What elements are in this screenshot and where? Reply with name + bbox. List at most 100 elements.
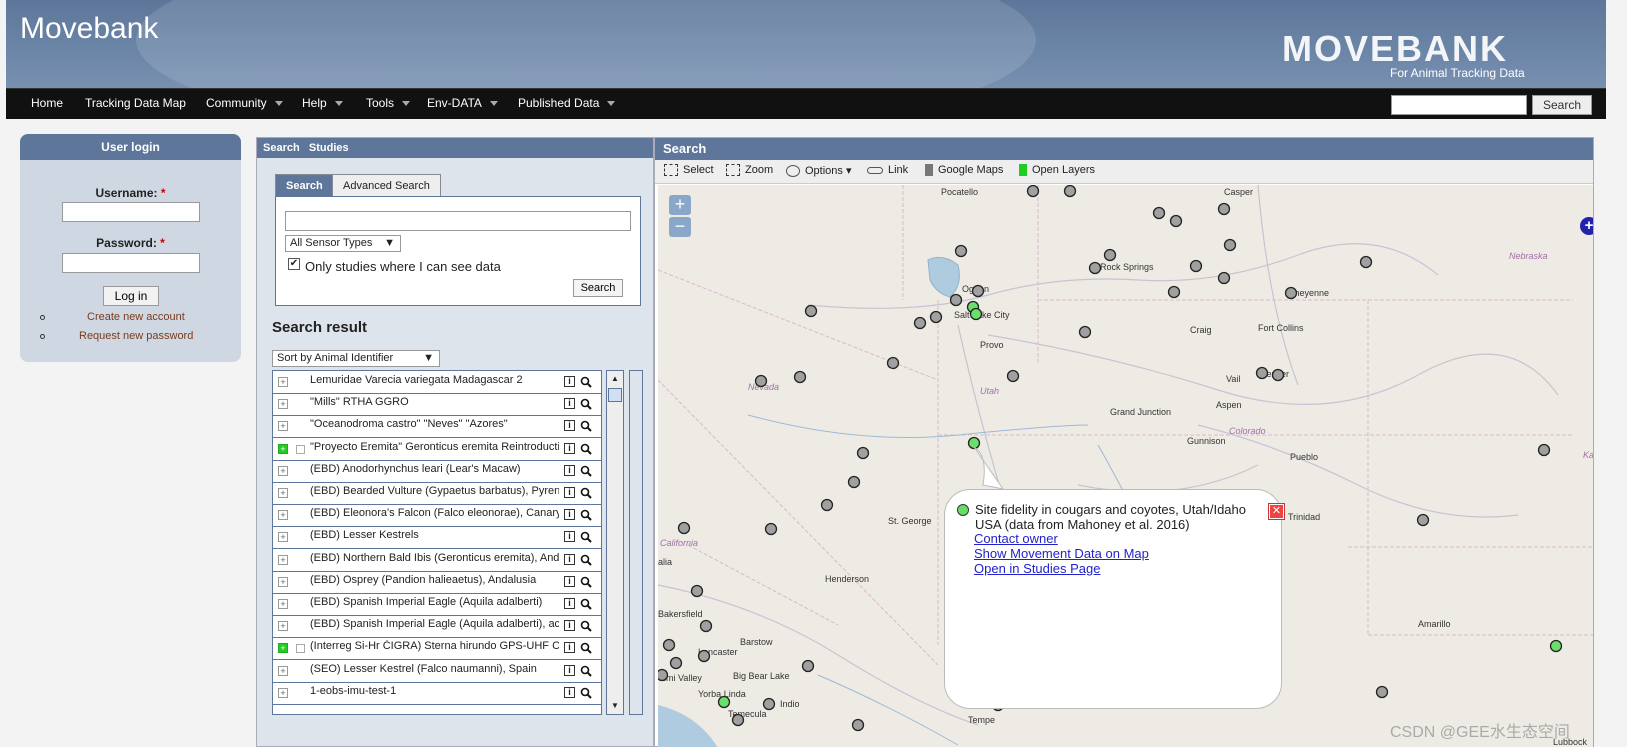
study-name[interactable]: 1-eobs-imu-test-1	[310, 685, 559, 697]
request-password-link[interactable]: Request new password	[20, 330, 241, 342]
table-row[interactable]: + (EBD) Bearded Vulture (Gypaetus barbatu…	[273, 482, 601, 505]
site-search-button[interactable]: Search	[1532, 95, 1592, 115]
info-icon[interactable]: i	[564, 464, 575, 476]
study-search-button[interactable]: Search	[573, 279, 623, 297]
table-row[interactable]: + (EBD) Spanish Imperial Eagle (Aquila ad…	[273, 615, 601, 639]
zoom-out-button[interactable]: −	[669, 217, 691, 237]
contact-owner-link[interactable]: Contact owner	[974, 531, 1058, 546]
expand-icon[interactable]: +	[278, 621, 288, 632]
study-name[interactable]: "Oceanodroma castro" "Neves" "Azores"	[310, 418, 559, 430]
study-search-input[interactable]	[285, 211, 631, 231]
close-icon[interactable]: ✕	[1268, 503, 1285, 520]
study-name[interactable]: "Mills" RTHA GGRO	[310, 396, 559, 408]
study-name[interactable]: (EBD) Bearded Vulture (Gypaetus barbatus…	[310, 485, 559, 497]
expand-icon[interactable]: +	[278, 443, 288, 454]
study-name[interactable]: (EBD) Osprey (Pandion halieaetus), Andal…	[310, 574, 559, 586]
info-icon[interactable]: i	[564, 642, 575, 654]
open-layers-tool[interactable]: Open Layers	[1019, 164, 1095, 177]
search-icon[interactable]	[580, 687, 592, 699]
search-icon[interactable]	[580, 443, 592, 455]
table-row[interactable]: + (EBD) Anodorhynchus leari (Lear's Macaw…	[273, 460, 601, 483]
show-movement-link[interactable]: Show Movement Data on Map	[974, 546, 1149, 561]
info-icon[interactable]: i	[564, 509, 575, 521]
select-tool[interactable]: Select	[664, 164, 714, 177]
panel-scrollbar[interactable]	[629, 370, 643, 715]
map-canvas[interactable]: PocatelloCasperRock SpringsOgdenSalt Lak…	[658, 185, 1593, 747]
search-icon[interactable]	[580, 465, 592, 477]
tab-advanced-search[interactable]: Advanced Search	[332, 174, 441, 196]
zoom-tool[interactable]: Zoom	[726, 164, 773, 177]
info-icon[interactable]: i	[564, 598, 575, 609]
scroll-down-icon[interactable]: ▼	[607, 698, 623, 714]
nav-published-data[interactable]: Published Data	[518, 96, 616, 110]
table-row[interactable]: + "Mills" RTHA GGRO i	[273, 393, 601, 417]
search-icon[interactable]	[580, 620, 592, 632]
table-row[interactable]: + (Interreg Si-Hr ČIGRA) Sterna hirundo G…	[273, 637, 601, 661]
search-icon[interactable]	[580, 531, 592, 544]
row-checkbox[interactable]	[296, 444, 305, 454]
open-studies-link[interactable]: Open in Studies Page	[974, 561, 1100, 576]
info-icon[interactable]: i	[564, 442, 575, 454]
site-search-input[interactable]	[1391, 95, 1527, 115]
sensor-type-select[interactable]: All Sensor Types ▼	[285, 235, 401, 252]
info-icon[interactable]: i	[564, 575, 575, 587]
table-row[interactable]: +1-eobs-imu-test-1 i	[273, 682, 601, 705]
password-field[interactable]	[62, 253, 200, 273]
study-name[interactable]: (Interreg Si-Hr ČIGRA) Sterna hirundo GP…	[310, 640, 559, 652]
info-icon[interactable]: i	[564, 620, 575, 632]
search-icon[interactable]	[580, 598, 592, 610]
study-name[interactable]: (EBD) Lesser Kestrels	[310, 529, 559, 541]
info-icon[interactable]: i	[564, 487, 575, 498]
search-icon[interactable]	[580, 576, 592, 588]
expand-icon[interactable]: +	[278, 399, 288, 410]
study-name[interactable]: (EBD) Anodorhynchus leari (Lear's Macaw)	[310, 463, 559, 475]
table-row[interactable]: + (EBD) Osprey (Pandion halieaetus), Anda…	[273, 571, 601, 594]
nav-help[interactable]: Help	[302, 96, 343, 110]
info-icon[interactable]: i	[564, 686, 575, 698]
nav-community[interactable]: Community	[206, 96, 283, 110]
study-name[interactable]: (SEO) Lesser Kestrel (Falco naumanni), S…	[310, 663, 559, 675]
search-icon[interactable]	[580, 376, 592, 388]
table-row[interactable]: + Lemuridae Varecia variegata Madagascar …	[273, 371, 601, 394]
search-icon[interactable]	[580, 554, 592, 566]
login-button[interactable]: Log in	[103, 286, 159, 306]
row-checkbox[interactable]	[296, 644, 305, 654]
search-icon[interactable]	[580, 398, 592, 410]
study-name[interactable]: (EBD) Northern Bald Ibis (Geronticus ere…	[310, 552, 559, 564]
username-field[interactable]	[62, 202, 200, 222]
table-row[interactable]: + (EBD) Northern Bald Ibis (Geronticus er…	[273, 549, 601, 572]
expand-icon[interactable]: +	[278, 665, 288, 676]
nav-home[interactable]: Home	[31, 96, 63, 110]
info-icon[interactable]: i	[564, 531, 575, 543]
expand-icon[interactable]: +	[278, 554, 288, 565]
search-icon[interactable]	[580, 509, 592, 521]
google-maps-tool[interactable]: Google Maps	[925, 164, 1003, 177]
info-icon[interactable]: i	[564, 553, 575, 565]
nav-env-data[interactable]: Env-DATA	[427, 96, 498, 110]
expand-icon[interactable]: +	[278, 488, 288, 498]
only-visible-checkbox[interactable]: ✔	[288, 258, 300, 270]
search-icon[interactable]	[580, 420, 592, 433]
nav-tracking-data-map[interactable]: Tracking Data Map	[85, 96, 186, 110]
layer-switcher-icon[interactable]: +	[1580, 217, 1593, 235]
search-icon[interactable]	[580, 487, 592, 499]
table-row[interactable]: + (SEO) Lesser Kestrel (Falco naumanni), …	[273, 660, 601, 683]
expand-icon[interactable]: +	[278, 510, 288, 521]
zoom-in-button[interactable]: +	[669, 195, 691, 215]
nav-tools[interactable]: Tools	[366, 96, 411, 110]
info-icon[interactable]: i	[564, 420, 575, 432]
expand-icon[interactable]: +	[278, 643, 288, 654]
study-name[interactable]: (EBD) Spanish Imperial Eagle (Aquila ada…	[310, 618, 559, 630]
link-tool[interactable]: Link	[867, 164, 908, 176]
expand-icon[interactable]: +	[278, 377, 288, 387]
info-icon[interactable]: i	[564, 398, 575, 410]
result-scrollbar[interactable]: ▲ ▼	[606, 370, 624, 715]
study-name[interactable]: "Proyecto Eremita" Geronticus eremita Re…	[310, 441, 559, 453]
expand-icon[interactable]: +	[278, 421, 288, 432]
table-row[interactable]: + "Proyecto Eremita" Geronticus eremita R…	[273, 438, 601, 461]
expand-icon[interactable]: +	[278, 532, 288, 543]
movebank-logo[interactable]: MOVEBANK For Animal Tracking Data	[1278, 20, 1578, 82]
table-row[interactable]: + (EBD) Eleonora's Falcon (Falco eleonora…	[273, 504, 601, 528]
expand-icon[interactable]: +	[278, 576, 288, 587]
options-tool[interactable]: Options ▾	[786, 164, 852, 178]
